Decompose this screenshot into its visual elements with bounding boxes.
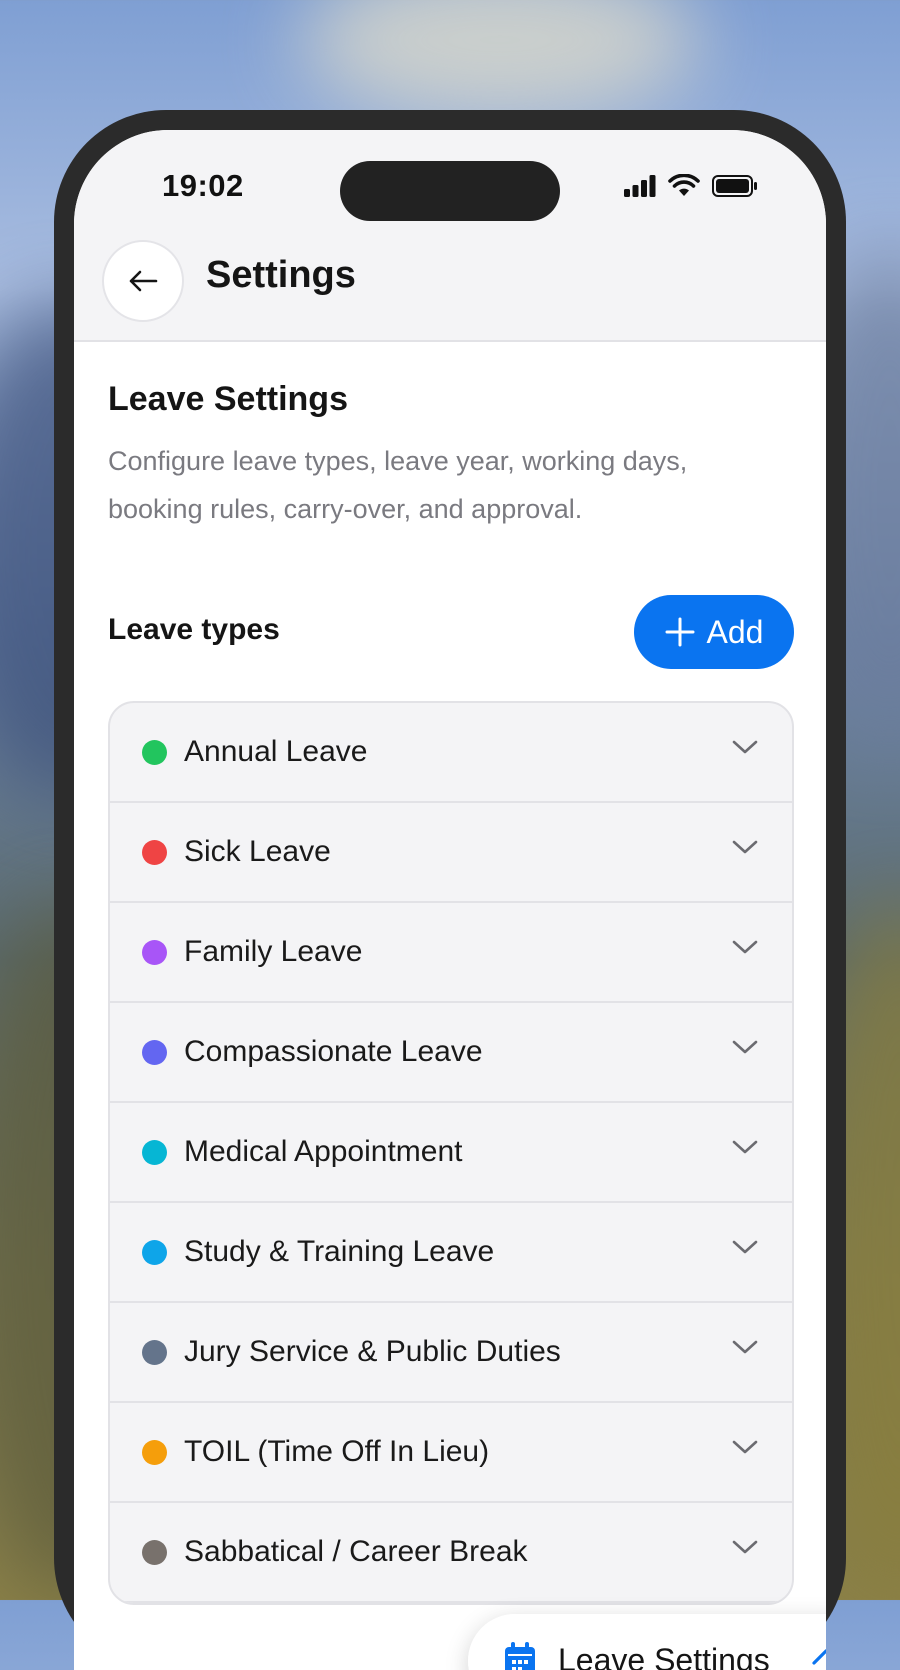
color-dot	[142, 1239, 167, 1265]
add-button-label: Add	[706, 613, 764, 650]
leave-type-label: Jury Service & Public Duties	[184, 1335, 561, 1368]
color-dot	[142, 739, 167, 765]
section-description: Configure leave types, leave year, worki…	[108, 446, 688, 524]
leave-type-label: Medical Appointment	[184, 1135, 463, 1168]
leave-types-list: Annual Leave Sick Leave Family Leave Compas…	[108, 701, 794, 1605]
page-title: Settings	[206, 254, 356, 296]
main-content: Leave Settings Configure leave types, le…	[108, 340, 794, 1605]
section-switcher[interactable]: Leave Settings	[468, 1614, 826, 1670]
color-dot	[142, 1039, 167, 1065]
leave-type-item[interactable]: Study & Training Leave	[110, 1203, 792, 1303]
dynamic-island	[340, 161, 560, 221]
leave-types-label: Leave types	[108, 613, 280, 646]
color-dot	[142, 1539, 167, 1565]
chevron-down-icon[interactable]	[732, 739, 758, 755]
leave-type-item[interactable]: Sick Leave	[110, 803, 792, 903]
section-title: Leave Settings	[108, 380, 348, 418]
phone-screen: 19:02 Settings Leave Settings Configure …	[74, 130, 826, 1670]
add-leave-type-button[interactable]: Add	[634, 595, 794, 669]
color-dot	[142, 1439, 167, 1465]
chevron-down-icon[interactable]	[732, 1339, 758, 1355]
leave-type-label: Compassionate Leave	[184, 1035, 483, 1068]
arrow-left-icon	[129, 270, 158, 292]
signal-icon	[624, 175, 656, 197]
leave-type-label: Annual Leave	[184, 735, 368, 768]
color-dot	[142, 839, 167, 865]
status-time: 19:02	[162, 168, 244, 203]
chevron-down-icon[interactable]	[732, 1239, 758, 1255]
leave-type-label: Study & Training Leave	[184, 1235, 495, 1268]
chevron-down-icon[interactable]	[732, 1439, 758, 1455]
chevron-down-icon[interactable]	[732, 839, 758, 855]
app-header: Settings	[74, 230, 826, 342]
leave-type-item[interactable]: Jury Service & Public Duties	[110, 1303, 792, 1403]
leave-type-item[interactable]: Compassionate Leave	[110, 1003, 792, 1103]
leave-type-item[interactable]: Sabbatical / Career Break	[110, 1503, 792, 1603]
leave-type-item[interactable]: TOIL (Time Off In Lieu)	[110, 1403, 792, 1503]
battery-icon	[712, 175, 757, 197]
chevron-up-icon	[812, 1649, 826, 1665]
leave-types-header: Leave types Add	[108, 595, 794, 669]
leave-type-item[interactable]: Medical Appointment	[110, 1103, 792, 1203]
leave-type-label: Family Leave	[184, 935, 363, 968]
leave-type-label: Sick Leave	[184, 835, 331, 868]
leave-type-item[interactable]: Annual Leave	[110, 703, 792, 803]
phone-frame: 19:02 Settings Leave Settings Configure …	[54, 110, 846, 1670]
color-dot	[142, 1139, 167, 1165]
leave-type-label: TOIL (Time Off In Lieu)	[184, 1435, 490, 1468]
chevron-down-icon[interactable]	[732, 1039, 758, 1055]
back-button[interactable]	[102, 240, 184, 322]
plus-icon	[665, 617, 695, 647]
chevron-down-icon[interactable]	[732, 939, 758, 955]
leave-type-item[interactable]: Family Leave	[110, 903, 792, 1003]
wifi-icon	[668, 174, 700, 196]
chevron-down-icon[interactable]	[732, 1539, 758, 1555]
chevron-down-icon[interactable]	[732, 1139, 758, 1155]
color-dot	[142, 1339, 167, 1365]
calendar-icon	[505, 1642, 535, 1670]
status-icons	[624, 174, 758, 198]
leave-type-label: Sabbatical / Career Break	[184, 1535, 528, 1568]
section-switcher-label: Leave Settings	[558, 1642, 770, 1670]
color-dot	[142, 939, 167, 965]
status-bar: 19:02	[74, 130, 826, 230]
